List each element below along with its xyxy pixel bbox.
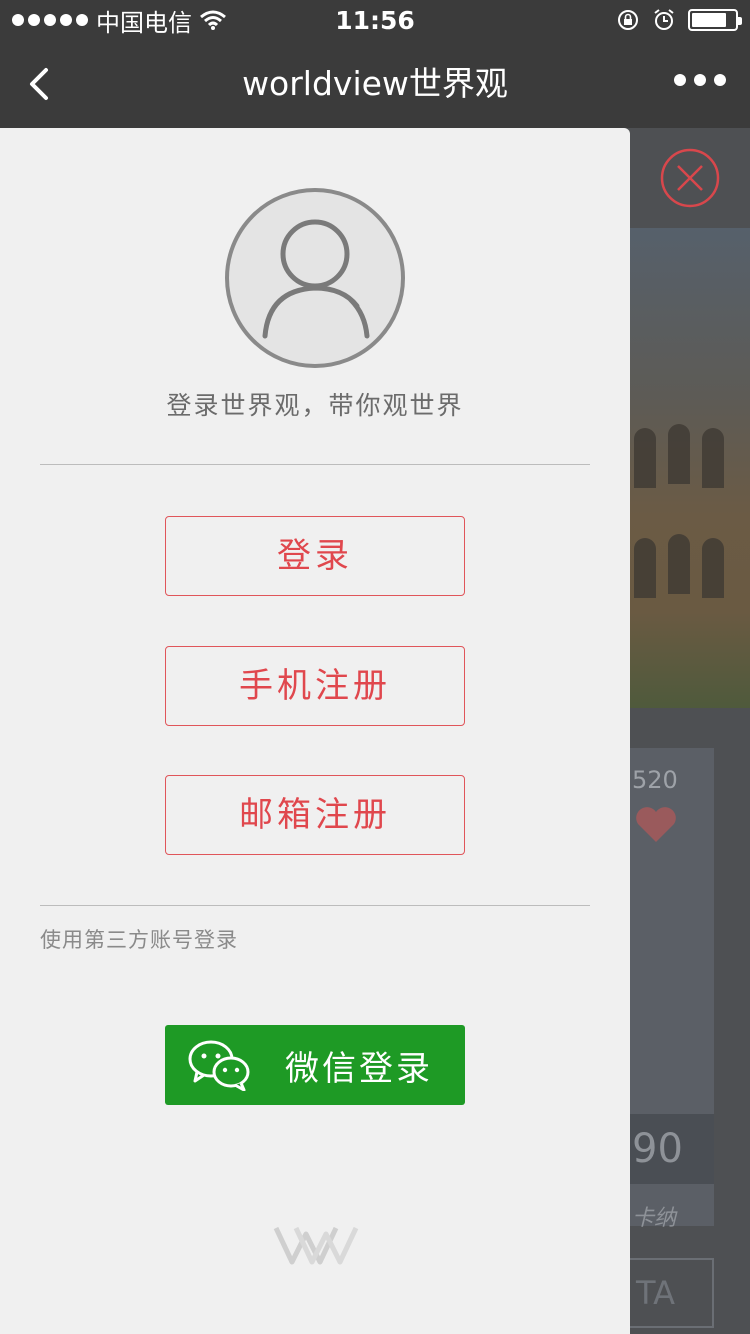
login-button[interactable]: 登录 xyxy=(165,516,465,596)
heart-icon xyxy=(636,807,676,842)
nav-bar: worldview世界观 xyxy=(0,40,750,128)
wechat-login-button[interactable]: 微信登录 xyxy=(165,1025,465,1105)
signal-strength-icon xyxy=(12,14,88,26)
rotation-lock-icon xyxy=(618,10,638,30)
tagline: 登录世界观，带你观世界 xyxy=(166,391,464,420)
wifi-icon xyxy=(200,10,226,30)
status-bar: 中国电信 11:56 xyxy=(0,0,750,40)
wechat-login-label: 微信登录 xyxy=(285,1048,433,1089)
page-title: worldview世界观 xyxy=(242,64,508,103)
background-photo xyxy=(630,228,750,708)
phone-register-button[interactable]: 手机注册 xyxy=(165,646,465,726)
more-dots-icon[interactable] xyxy=(674,74,726,86)
like-count: 520 xyxy=(632,766,678,794)
status-right xyxy=(616,8,742,32)
divider xyxy=(40,464,590,465)
email-register-button[interactable]: 邮箱注册 xyxy=(165,775,465,855)
carrier-name: 中国电信 xyxy=(96,8,192,37)
price-text: 90 xyxy=(630,1114,714,1184)
battery-level xyxy=(692,13,726,27)
third-party-label: 使用第三方账号登录 xyxy=(40,928,238,952)
background-button: TA xyxy=(630,1258,714,1328)
wechat-icon xyxy=(188,1040,250,1091)
login-drawer: 登录世界观，带你观世界 登录 手机注册 邮箱注册 使用第三方账号登录 微信登录 xyxy=(0,128,630,1334)
divider xyxy=(40,905,590,906)
close-circle-icon[interactable] xyxy=(660,148,720,208)
battery-icon xyxy=(688,9,742,31)
app-screen: 中国电信 11:56 worldview世界观 520 90 卡纳 TA 登录世… xyxy=(0,0,750,1334)
status-left: 中国电信 xyxy=(12,3,226,38)
user-avatar-icon[interactable] xyxy=(225,188,405,368)
worldview-logo-icon xyxy=(273,1226,359,1265)
alarm-icon xyxy=(654,9,674,30)
place-text: 卡纳 xyxy=(632,1206,677,1231)
